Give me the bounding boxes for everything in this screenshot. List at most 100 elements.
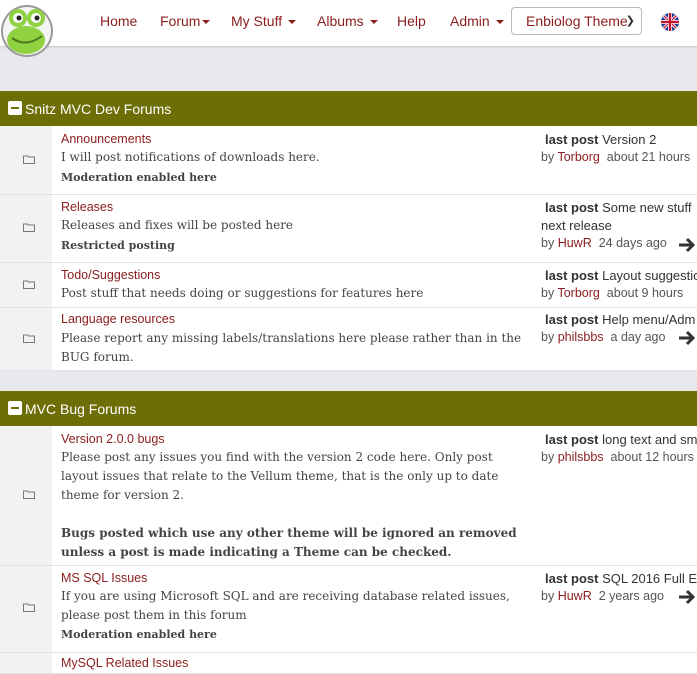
by-label: by bbox=[541, 286, 555, 300]
forum-row: Todo/Suggestions Post stuff that needs d… bbox=[0, 263, 697, 308]
forum-note: Bugs posted which use any other theme wi… bbox=[61, 526, 517, 540]
last-post-label: last post bbox=[545, 200, 599, 215]
forum-row: MS SQL Issues If you are using Microsoft… bbox=[0, 566, 697, 653]
forum-link[interactable]: Version 2.0.0 bugs bbox=[61, 432, 165, 446]
last-post-time: about 12 hours bbox=[610, 450, 694, 464]
forum-row: Announcements I will post notifications … bbox=[0, 126, 697, 195]
last-post-time: 24 days ago bbox=[598, 236, 667, 250]
forum-row: Version 2.0.0 bugs Please post any issue… bbox=[0, 426, 697, 566]
last-post-time: 2 years ago bbox=[598, 589, 665, 603]
last-post: last post Layout suggestio bbox=[545, 268, 697, 283]
forum-link[interactable]: Announcements bbox=[61, 132, 151, 146]
last-post-user[interactable]: philsbbs bbox=[558, 330, 604, 344]
forum-note: Moderation enabled here bbox=[61, 171, 217, 184]
nav-mystuff-label: My Stuff bbox=[231, 13, 283, 29]
last-post-subject[interactable]: Layout suggestio bbox=[602, 268, 697, 283]
theme-select[interactable]: Enbiolog Theme ❯ bbox=[511, 7, 642, 35]
uk-flag-icon[interactable] bbox=[661, 13, 679, 31]
forum-link[interactable]: MySQL Related Issues bbox=[61, 656, 188, 670]
forum-description-cont: layout issues that relate to the Vellum … bbox=[61, 469, 499, 483]
last-post-user[interactable]: Torborg bbox=[557, 286, 599, 300]
forum-description: If you are using Microsoft SQL and are r… bbox=[61, 589, 510, 603]
folder-icon bbox=[23, 223, 35, 232]
arrow-right-icon[interactable] bbox=[677, 328, 697, 348]
forum-link[interactable]: Releases bbox=[61, 200, 113, 214]
last-post-label: last post bbox=[545, 312, 599, 327]
last-post: last post long text and sm bbox=[545, 432, 697, 447]
nav-mystuff[interactable]: My Stuff bbox=[231, 13, 297, 29]
last-post-meta: by HuwR 24 days ago bbox=[541, 236, 667, 250]
folder-icon bbox=[23, 155, 35, 164]
last-post-subject-cont[interactable]: next release bbox=[541, 218, 612, 233]
last-post-user[interactable]: philsbbs bbox=[558, 450, 604, 464]
forum-description-cont: please post them in this forum bbox=[61, 608, 247, 622]
last-post-meta: by Torborg about 9 hours bbox=[541, 286, 683, 300]
category-header[interactable]: MVC Bug Forums bbox=[0, 391, 697, 426]
by-label: by bbox=[541, 330, 555, 344]
last-post-user[interactable]: HuwR bbox=[558, 589, 592, 603]
chevron-down-icon bbox=[202, 20, 211, 24]
last-post-time: about 9 hours bbox=[606, 286, 684, 300]
forum-row: Language resources Please report any mis… bbox=[0, 308, 697, 371]
forum-description: Please post any issues you find with the… bbox=[61, 450, 493, 464]
forum-link[interactable]: MS SQL Issues bbox=[61, 571, 147, 585]
forum-description: Please report any missing labels/transla… bbox=[61, 331, 522, 345]
nav-forum[interactable]: Forum bbox=[160, 13, 211, 29]
nav-admin-label: Admin bbox=[450, 13, 490, 29]
folder-icon bbox=[23, 280, 35, 289]
last-post-meta: by philsbbs about 12 hours bbox=[541, 450, 694, 464]
by-label: by bbox=[541, 450, 555, 464]
last-post-subject[interactable]: Some new stuff bbox=[602, 200, 691, 215]
forum-description-cont: BUG forum. bbox=[61, 350, 134, 364]
frog-logo[interactable] bbox=[0, 0, 54, 60]
folder-icon bbox=[23, 603, 35, 612]
last-post: last post Version 2 bbox=[545, 132, 656, 147]
last-post-user[interactable]: Torborg bbox=[557, 150, 599, 164]
by-label: by bbox=[541, 589, 555, 603]
nav-albums-label: Albums bbox=[317, 13, 364, 29]
last-post-user[interactable]: HuwR bbox=[558, 236, 592, 250]
last-post: last post SQL 2016 Full Ec bbox=[545, 571, 697, 586]
forum-link[interactable]: Todo/Suggestions bbox=[61, 268, 160, 282]
last-post-meta: by Torborg about 21 hours bbox=[541, 150, 690, 164]
forum-row: Releases Releases and fixes will be post… bbox=[0, 195, 697, 263]
folder-icon bbox=[23, 334, 35, 343]
last-post-subject[interactable]: Help menu/Adm bbox=[602, 312, 695, 327]
theme-select-value: Enbiolog Theme bbox=[526, 13, 628, 29]
nav-home[interactable]: Home bbox=[100, 13, 137, 29]
by-label: by bbox=[541, 150, 555, 164]
last-post: last post Help menu/Adm bbox=[545, 312, 695, 327]
category-title: MVC Bug Forums bbox=[25, 401, 137, 417]
forum-description: I will post notifications of downloads h… bbox=[61, 150, 320, 164]
forum-note-cont: unless a post is made indicating a Theme… bbox=[61, 545, 452, 559]
collapse-icon[interactable] bbox=[8, 101, 22, 115]
last-post-meta: by HuwR 2 years ago bbox=[541, 589, 664, 603]
nav-admin[interactable]: Admin bbox=[450, 13, 504, 29]
category-title: Snitz MVC Dev Forums bbox=[25, 101, 172, 117]
forum-description: Post stuff that needs doing or suggestio… bbox=[61, 286, 424, 300]
forum-description: Releases and fixes will be posted here bbox=[61, 218, 294, 232]
nav-albums[interactable]: Albums bbox=[317, 13, 378, 29]
last-post-label: last post bbox=[545, 268, 599, 283]
last-post-label: last post bbox=[545, 132, 599, 147]
arrow-right-icon[interactable] bbox=[677, 587, 697, 607]
chevron-down-icon: ❯ bbox=[625, 15, 635, 27]
arrow-right-icon[interactable] bbox=[677, 235, 697, 255]
category-header[interactable]: Snitz MVC Dev Forums bbox=[0, 91, 697, 126]
forum-link[interactable]: Language resources bbox=[61, 312, 175, 326]
by-label: by bbox=[541, 236, 555, 250]
last-post-subject[interactable]: long text and sm bbox=[602, 432, 697, 447]
forum-note: Moderation enabled here bbox=[61, 628, 217, 641]
last-post-time: about 21 hours bbox=[606, 150, 691, 164]
chevron-down-icon bbox=[369, 20, 378, 24]
forum-note: Restricted posting bbox=[61, 239, 175, 252]
nav-help[interactable]: Help bbox=[397, 13, 426, 29]
collapse-icon[interactable] bbox=[8, 401, 22, 415]
last-post-subject[interactable]: Version 2 bbox=[602, 132, 656, 147]
forum-row: MySQL Related Issues bbox=[0, 653, 697, 674]
last-post-subject[interactable]: SQL 2016 Full Ec bbox=[602, 571, 697, 586]
last-post: last post Some new stuff bbox=[545, 200, 691, 215]
forum-description-cont: theme for version 2. bbox=[61, 488, 184, 502]
last-post-meta: by philsbbs a day ago bbox=[541, 330, 665, 344]
last-post-label: last post bbox=[545, 571, 599, 586]
